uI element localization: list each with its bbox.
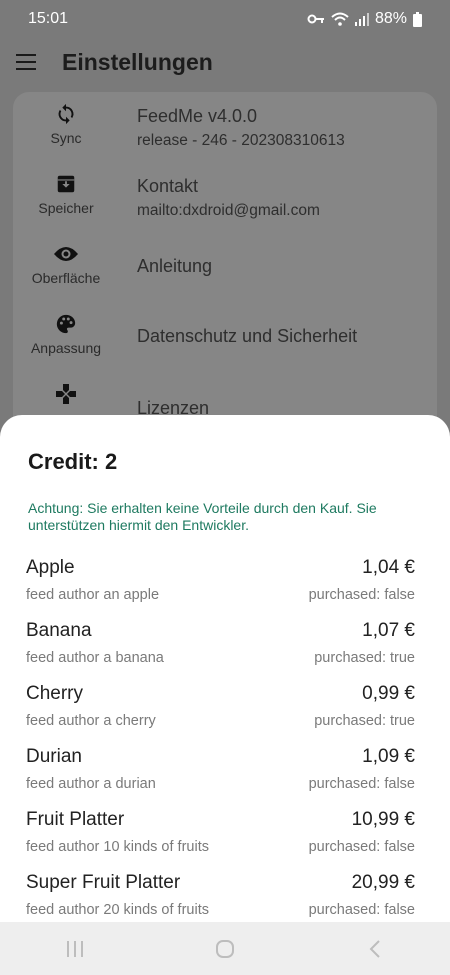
category-sync[interactable]: Sync (13, 92, 119, 162)
eye-icon (53, 242, 79, 266)
product-description: feed author 20 kinds of fruits (26, 902, 209, 918)
product-item[interactable]: Banana feed author a banana 1,07 € purch… (0, 620, 450, 680)
entry-subtitle: mailto:dxdroid@gmail.com (137, 202, 320, 219)
product-status: purchased: true (314, 650, 415, 666)
product-price: 1,07 € (362, 620, 415, 641)
entry-title: Datenschutz und Sicherheit (137, 326, 358, 346)
product-description: feed author 10 kinds of fruits (26, 839, 209, 855)
category-label: Anpassung (30, 340, 102, 356)
entry-title: Anleitung (137, 256, 213, 276)
product-name: Cherry (26, 683, 84, 704)
product-item[interactable]: Cherry feed author a cherry 0,99 € purch… (0, 683, 450, 743)
product-price: 20,99 € (351, 872, 415, 893)
system-nav-bar (0, 922, 450, 975)
settings-card: Sync FeedMe v4.0.0 release - 246 - 20230… (13, 92, 437, 452)
product-description: feed author a banana (26, 650, 164, 666)
product-price: 0,99 € (362, 683, 415, 704)
product-name: Durian (26, 746, 82, 767)
product-item[interactable]: Durian feed author a durian 1,09 € purch… (0, 746, 450, 806)
product-description: feed author a durian (26, 776, 156, 792)
wifi-icon (331, 12, 349, 26)
sync-icon (55, 102, 77, 126)
back-button[interactable] (345, 929, 405, 969)
battery-percent: 88% (374, 10, 407, 27)
credit-heading: Credit: 2 (28, 449, 118, 474)
key-icon (307, 13, 325, 25)
category-label: Speicher (38, 200, 94, 216)
product-status: purchased: false (308, 587, 415, 603)
entry-title: Kontakt (137, 176, 199, 196)
product-status: purchased: false (308, 839, 415, 855)
product-item[interactable]: Apple feed author an apple 1,04 € purcha… (0, 557, 450, 617)
product-status: purchased: true (314, 713, 415, 729)
product-price: 1,09 € (362, 746, 415, 767)
category-label: Sync (50, 130, 82, 146)
product-name: Banana (26, 620, 92, 641)
archive-icon (55, 172, 77, 196)
product-name: Fruit Platter (26, 809, 125, 830)
category-interface[interactable]: Oberfläche (13, 232, 119, 302)
settings-row[interactable]: Anpassung Datenschutz und Sicherheit (13, 302, 437, 372)
support-notice: Achtung: Sie erhalten keine Vorteile dur… (28, 500, 377, 533)
home-button[interactable] (195, 929, 255, 969)
status-bar: 15:01 88% (0, 0, 450, 38)
category-customization[interactable]: Anpassung (13, 302, 119, 372)
palette-icon (55, 312, 77, 336)
entry-title: FeedMe v4.0.0 (137, 106, 258, 126)
settings-row[interactable]: Sync FeedMe v4.0.0 release - 246 - 20230… (13, 92, 437, 162)
page-title: Einstellungen (62, 48, 213, 75)
status-time: 15:01 (28, 10, 69, 27)
entry-subtitle: release - 246 - 202308310613 (137, 132, 345, 149)
recent-apps-button[interactable] (45, 929, 105, 969)
product-item[interactable]: Fruit Platter feed author 10 kinds of fr… (0, 809, 450, 869)
signal-icon (354, 12, 369, 26)
gamepad-icon (54, 382, 78, 406)
product-description: feed author an apple (26, 587, 160, 603)
app-bar: Einstellungen (0, 38, 450, 86)
product-name: Super Fruit Platter (26, 872, 181, 893)
product-status: purchased: false (308, 776, 415, 792)
category-storage[interactable]: Speicher (13, 162, 119, 232)
product-status: purchased: false (308, 902, 415, 918)
product-description: feed author a cherry (26, 713, 156, 729)
product-price: 10,99 € (351, 809, 415, 830)
product-name: Apple (26, 557, 75, 578)
purchase-sheet: Credit: 2 Achtung: Sie erhalten keine Vo… (0, 415, 450, 922)
battery-icon (413, 11, 422, 27)
category-label: Oberfläche (31, 270, 101, 286)
menu-icon[interactable] (16, 54, 36, 70)
product-price: 1,04 € (362, 557, 415, 578)
settings-row[interactable]: Speicher Kontakt mailto:dxdroid@gmail.co… (13, 162, 437, 232)
status-icons: 88% (307, 10, 422, 28)
settings-row[interactable]: Oberfläche Anleitung (13, 232, 437, 302)
